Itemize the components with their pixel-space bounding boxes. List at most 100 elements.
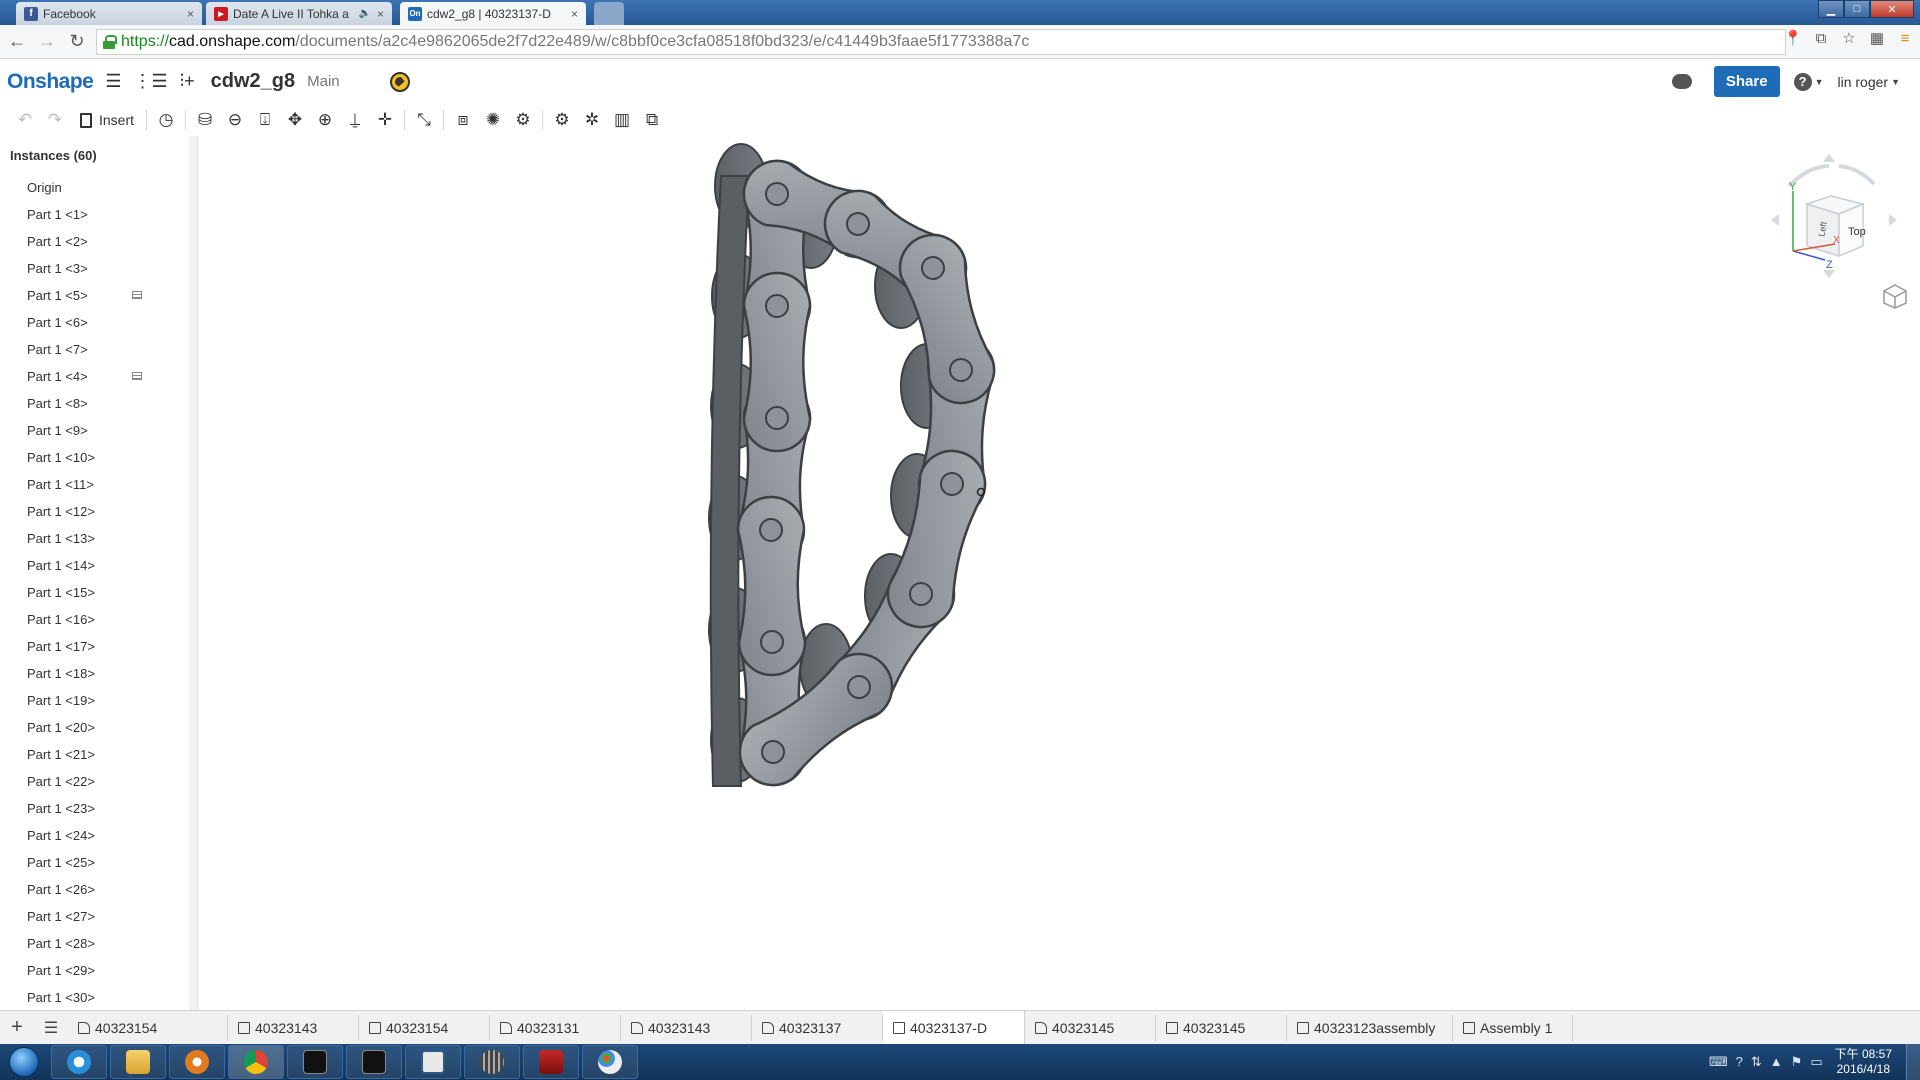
cylindrical-mate-icon[interactable]: ⊕ (310, 107, 340, 133)
feature-list-icon[interactable]: ⋮☰ (134, 71, 168, 92)
replicate-icon[interactable]: ⧉ (637, 107, 667, 133)
help-tray-icon[interactable]: ? (1736, 1054, 1743, 1070)
instance-item[interactable]: Part 1 <21> (0, 741, 197, 768)
instance-item[interactable]: Part 1 <16> (0, 606, 197, 633)
taskbar-app-game[interactable] (523, 1045, 579, 1079)
redo-icon[interactable]: ↷ (40, 107, 70, 133)
taskbar-chrome[interactable] (228, 1045, 284, 1079)
graphics-viewport[interactable]: Top Left Y Z X (201, 136, 1920, 1010)
tab-close-icon[interactable]: × (377, 7, 384, 21)
slider-mate-icon[interactable]: ⍗ (250, 107, 280, 133)
instance-item[interactable]: Part 1 <24> (0, 822, 197, 849)
ball-mate-icon[interactable]: ✛ (370, 107, 400, 133)
taskbar-explorer[interactable] (110, 1045, 166, 1079)
element-tab[interactable]: 40323145 (1025, 1014, 1156, 1041)
back-icon[interactable]: ← (4, 29, 30, 55)
instance-item[interactable]: Part 1 <28> (0, 930, 197, 957)
arrow-left-icon[interactable] (1771, 214, 1779, 226)
element-list-icon[interactable]: ☰ (34, 1011, 68, 1045)
rotate-arrow-icon[interactable] (1838, 164, 1876, 186)
panel-scrollbar[interactable] (189, 136, 197, 1010)
gear-icon[interactable]: ⚙ (547, 107, 577, 133)
comments-icon[interactable] (1671, 74, 1692, 89)
forward-icon[interactable]: → (34, 29, 60, 55)
bookmark-star-icon[interactable]: ☆ (1838, 29, 1860, 47)
instance-item[interactable]: Part 1 <2> (0, 228, 197, 255)
element-tab[interactable]: Assembly 1 (1453, 1014, 1573, 1041)
taskbar-ie[interactable] (51, 1045, 107, 1079)
chain-model[interactable] (201, 136, 1920, 1010)
element-tab[interactable]: 40323137-D (883, 1010, 1025, 1045)
instance-item[interactable]: Part 1 <22> (0, 768, 197, 795)
instance-item[interactable]: Part 1 <25> (0, 849, 197, 876)
instance-item[interactable]: Part 1 <14> (0, 552, 197, 579)
new-tab-button[interactable] (594, 2, 624, 25)
element-tab[interactable]: 40323137 (752, 1014, 883, 1041)
element-tab[interactable]: 40323145 (1156, 1014, 1287, 1041)
instance-item[interactable]: Part 1 <10> (0, 444, 197, 471)
share-button[interactable]: Share (1713, 66, 1780, 97)
gear-relation-icon[interactable]: ✺ (478, 107, 508, 133)
instance-item[interactable]: Part 1 <9> (0, 417, 197, 444)
tangent-mate-icon[interactable]: ⤡ (409, 107, 439, 133)
instance-item[interactable]: Part 1 <30> (0, 984, 197, 1010)
close-window-button[interactable]: ✕ (1870, 0, 1914, 18)
onshape-logo[interactable]: Onshape (7, 70, 94, 94)
tab-close-icon[interactable]: × (571, 7, 578, 21)
instance-item[interactable]: Part 1 <29> (0, 957, 197, 984)
instance-item[interactable]: Part 1 <3> (0, 255, 197, 282)
instance-item[interactable]: Part 1 <1> (0, 201, 197, 228)
instance-item[interactable]: Part 1 <8> (0, 390, 197, 417)
translate-icon[interactable]: ⧉ (1810, 30, 1832, 47)
element-tab[interactable]: 40323154 (359, 1014, 490, 1041)
element-tab[interactable]: 40323143 (621, 1014, 752, 1041)
arrow-up-icon[interactable] (1823, 154, 1835, 162)
add-tab-icon[interactable]: ⫶+ (180, 71, 195, 92)
browser-tab-onshape[interactable]: On cdw2_g8 | 40323137-D × (400, 2, 586, 25)
rack-pinion-icon[interactable]: ⚙ (508, 107, 538, 133)
element-tab[interactable]: 40323131 (490, 1014, 621, 1041)
show-desktop-button[interactable] (1906, 1044, 1920, 1080)
add-element-icon[interactable]: + (0, 1011, 34, 1045)
instance-item[interactable]: Part 1 <15> (0, 579, 197, 606)
revolute-mate-icon[interactable]: ⊖ (220, 107, 250, 133)
reload-icon[interactable]: ↻ (64, 29, 90, 55)
tab-close-icon[interactable]: × (187, 7, 194, 21)
instance-item[interactable]: Part 1 <20> (0, 714, 197, 741)
roller-chain-loop[interactable] (708, 143, 1002, 798)
instance-origin[interactable]: Origin (0, 174, 197, 201)
element-tab[interactable]: 40323154 (68, 1014, 228, 1041)
show-hidden-icon[interactable]: ▲ (1770, 1054, 1783, 1070)
view-options-cube-icon[interactable] (1881, 282, 1909, 310)
screw-relation-icon[interactable]: ✲ (577, 107, 607, 133)
instance-item[interactable]: Part 1 <5> (0, 282, 197, 309)
hamburger-menu-icon[interactable]: ☰ (105, 71, 121, 92)
instance-item[interactable]: Part 1 <12> (0, 498, 197, 525)
taskbar-media[interactable] (169, 1045, 225, 1079)
mate-connector-icon[interactable]: ◷ (151, 107, 181, 133)
instance-item[interactable]: Part 1 <7> (0, 336, 197, 363)
instance-item[interactable]: Part 1 <27> (0, 903, 197, 930)
taskbar-cmd-2[interactable] (346, 1045, 402, 1079)
instance-item[interactable]: Part 1 <4> (0, 363, 197, 390)
menu-icon[interactable]: ≡ (1894, 30, 1916, 47)
extension-icon[interactable]: ▦ (1866, 29, 1888, 47)
group-icon[interactable]: ⧈ (448, 107, 478, 133)
fastened-mate-icon[interactable]: ⛁ (190, 107, 220, 133)
url-input[interactable]: https://cad.onshape.com/documents/a2c4e9… (96, 29, 1786, 55)
minimize-button[interactable]: ▁ (1818, 0, 1844, 18)
display-icon[interactable]: ▭ (1810, 1054, 1822, 1070)
taskbar-cmd-1[interactable] (287, 1045, 343, 1079)
insert-button[interactable]: Insert (80, 112, 134, 128)
element-tab[interactable]: 40323123assembly (1287, 1014, 1453, 1041)
arrow-right-icon[interactable] (1889, 214, 1897, 226)
branch-label[interactable]: Main (307, 73, 340, 90)
pin-slot-mate-icon[interactable]: ⍊ (340, 107, 370, 133)
instance-item[interactable]: Part 1 <6> (0, 309, 197, 336)
maximize-button[interactable]: □ (1844, 0, 1870, 18)
browser-tab-youtube[interactable]: ▶ Date A Live II Tohka a 🔈 × (206, 2, 392, 25)
flag-icon[interactable]: ⚑ (1791, 1054, 1803, 1070)
planar-mate-icon[interactable]: ✥ (280, 107, 310, 133)
instance-item[interactable]: Part 1 <26> (0, 876, 197, 903)
public-globe-icon[interactable] (389, 71, 410, 92)
